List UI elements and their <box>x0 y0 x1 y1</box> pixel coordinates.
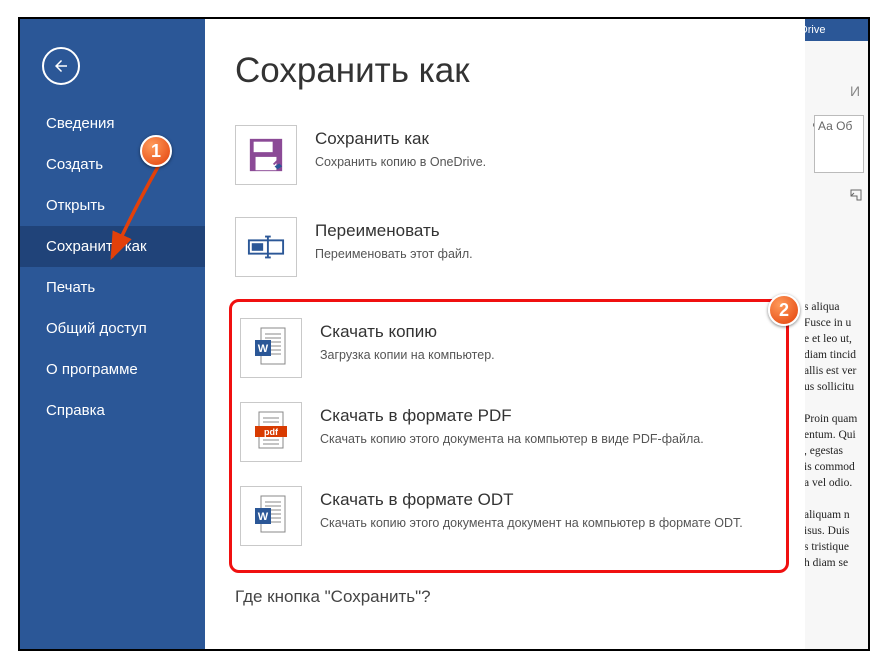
action-download-copy[interactable]: W Скачать копию Загрузка копии на компью… <box>234 308 784 392</box>
download-odt-icon-box: W <box>240 486 302 546</box>
sidebar-item-label: Справка <box>46 402 105 419</box>
ribbon-tab-fragment: И <box>850 83 860 99</box>
document-body-preview: s aliqua Fusce in u e et leo ut, diam ti… <box>804 299 864 639</box>
sidebar-item-about[interactable]: О программе <box>20 349 205 390</box>
word-doc-icon: W <box>253 326 289 370</box>
annotation-arrow <box>104 159 174 269</box>
action-save-as[interactable]: Сохранить как Сохранить копию в OneDrive… <box>235 115 783 207</box>
sidebar-item-label: Открыть <box>46 197 105 214</box>
svg-text:W: W <box>258 511 269 523</box>
action-title: Скачать копию <box>320 322 495 342</box>
action-rename[interactable]: Переименовать Переименовать этот файл. <box>235 207 783 299</box>
annotation-highlight-box: W Скачать копию Загрузка копии на компью… <box>229 299 789 573</box>
rename-icon-box <box>235 217 297 277</box>
backstage-sidebar: Сведения Создать Открыть Сохранить как П… <box>20 19 205 649</box>
back-button[interactable] <box>42 47 80 85</box>
footer-label-where-save: Где кнопка "Сохранить"? <box>235 587 783 607</box>
download-copy-icon-box: W <box>240 318 302 378</box>
arrow-left-icon <box>52 57 70 75</box>
title-bar-right: OneDrive <box>801 19 868 41</box>
floppy-save-icon <box>247 136 285 174</box>
page-title: Сохранить как <box>235 51 783 91</box>
sidebar-item-help[interactable]: Справка <box>20 390 205 431</box>
ribbon-expand-icon <box>850 189 862 201</box>
sidebar-item-print[interactable]: Печать <box>20 267 205 308</box>
sidebar-item-label: Общий доступ <box>46 320 147 337</box>
save-as-icon-box <box>235 125 297 185</box>
sidebar-item-label: Создать <box>46 156 103 173</box>
download-pdf-icon-box: pdf <box>240 402 302 462</box>
sidebar-item-label: Сведения <box>46 115 115 132</box>
svg-text:W: W <box>258 343 269 355</box>
sidebar-item-label: Печать <box>46 279 95 296</box>
sidebar-item-share[interactable]: Общий доступ <box>20 308 205 349</box>
svg-text:pdf: pdf <box>264 427 279 437</box>
action-desc: Сохранить копию в OneDrive. <box>315 155 486 169</box>
rename-icon <box>247 234 285 260</box>
annotation-badge-1: 1 <box>140 135 172 167</box>
action-download-odt[interactable]: W Скачать в формате ODT Скачать копию эт… <box>234 476 784 560</box>
action-title: Скачать в формате PDF <box>320 406 704 426</box>
action-desc: Скачать копию этого документа документ н… <box>320 516 743 530</box>
odt-doc-icon: W <box>253 494 289 538</box>
sidebar-item-label: О программе <box>46 361 138 378</box>
style-preview-box: Аа Об <box>814 115 864 173</box>
pdf-doc-icon: pdf <box>253 410 289 454</box>
action-desc: Загрузка копии на компьютер. <box>320 348 495 362</box>
action-desc: Скачать копию этого документа на компьют… <box>320 432 704 446</box>
action-download-pdf[interactable]: pdf Скачать в формате PDF Скачать копию … <box>234 392 784 476</box>
annotation-badge-2: 2 <box>768 294 800 326</box>
sidebar-item-info[interactable]: Сведения <box>20 103 205 144</box>
action-title: Скачать в формате ODT <box>320 490 743 510</box>
backstage-main: Сохранить как Сохранить как Сохранить ко… <box>205 19 805 649</box>
action-desc: Переименовать этот файл. <box>315 247 473 261</box>
action-title: Переименовать <box>315 221 473 241</box>
action-title: Сохранить как <box>315 129 486 149</box>
